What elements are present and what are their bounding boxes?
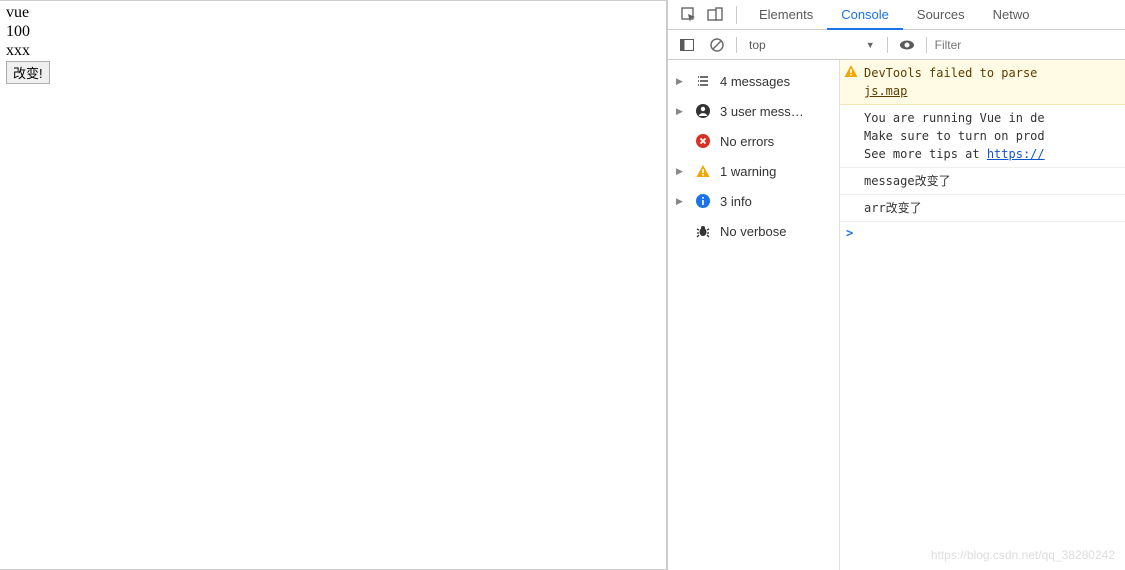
page-text-line-2: 100 [6,22,660,41]
page-text-line-3: xxx [6,41,660,60]
tab-network[interactable]: Netwo [979,0,1044,30]
change-button[interactable]: 改变! [6,61,50,84]
expand-icon: ▶ [676,106,686,117]
sidebar-item-info[interactable]: ▶ 3 info [668,186,839,216]
console-text: You are running Vue in de [864,111,1045,125]
console-text: DevTools failed to parse [864,66,1037,80]
console-text: Make sure to turn on prod [864,129,1045,143]
sidebar-item-label: No verbose [720,224,786,239]
separator [887,37,888,53]
console-prompt[interactable]: > [840,222,1125,244]
separator [926,37,927,53]
console-log-row[interactable]: message改变了 [840,168,1125,195]
sidebar-item-label: 4 messages [720,74,790,89]
console-toolbar: top ▼ [668,30,1125,60]
toggle-sidebar-icon[interactable] [676,34,698,56]
console-output: DevTools failed to parse js.map You are … [840,60,1125,570]
live-expression-icon[interactable] [896,34,918,56]
console-log-row[interactable]: You are running Vue in de Make sure to t… [840,105,1125,168]
console-text: See more tips at [864,147,987,161]
sidebar-item-label: 3 user mess… [720,104,804,119]
sidebar-item-errors[interactable]: No errors [668,126,839,156]
console-warning-row[interactable]: DevTools failed to parse js.map [840,60,1125,105]
console-sidebar: ▶ 4 messages ▶ 3 user mess… No errors [668,60,840,570]
list-icon [694,72,712,90]
page-text-line-1: vue [6,3,660,22]
device-toolbar-icon[interactable] [702,2,728,28]
info-icon [694,192,712,210]
console-text: arr改变了 [864,201,922,215]
sidebar-item-label: No errors [720,134,774,149]
error-icon [694,132,712,150]
chevron-down-icon: ▼ [866,40,875,50]
sourcemap-link[interactable]: js.map [864,84,907,98]
sidebar-item-label: 1 warning [720,164,776,179]
clear-console-icon[interactable] [706,34,728,56]
console-text: message改变了 [864,174,951,188]
devtools-panel: Elements Console Sources Netwo top ▼ ▶ [667,0,1125,570]
user-icon [694,102,712,120]
filter-input[interactable] [935,38,995,52]
sidebar-item-user-messages[interactable]: ▶ 3 user mess… [668,96,839,126]
console-log-row[interactable]: arr改变了 [840,195,1125,222]
tab-elements[interactable]: Elements [745,0,827,30]
warning-icon [694,162,712,180]
expand-icon: ▶ [676,76,686,87]
expand-icon: ▶ [676,196,686,207]
context-selector[interactable]: top ▼ [745,38,879,52]
tab-console[interactable]: Console [827,0,903,30]
context-label: top [749,38,766,52]
tab-sources[interactable]: Sources [903,0,979,30]
warning-icon [844,64,858,78]
inspect-element-icon[interactable] [676,2,702,28]
devtools-tabbar: Elements Console Sources Netwo [668,0,1125,30]
console-body: ▶ 4 messages ▶ 3 user mess… No errors [668,60,1125,570]
sidebar-item-messages[interactable]: ▶ 4 messages [668,66,839,96]
bug-icon [694,222,712,240]
separator [736,37,737,53]
sidebar-item-label: 3 info [720,194,752,209]
separator [736,6,737,24]
vue-tips-link[interactable]: https:// [987,147,1045,161]
expand-icon: ▶ [676,166,686,177]
page-viewport: vue 100 xxx 改变! [0,0,667,570]
prompt-chevron-icon: > [846,226,853,240]
watermark: https://blog.csdn.net/qq_38280242 [931,548,1115,562]
sidebar-item-warnings[interactable]: ▶ 1 warning [668,156,839,186]
sidebar-item-verbose[interactable]: No verbose [668,216,839,246]
